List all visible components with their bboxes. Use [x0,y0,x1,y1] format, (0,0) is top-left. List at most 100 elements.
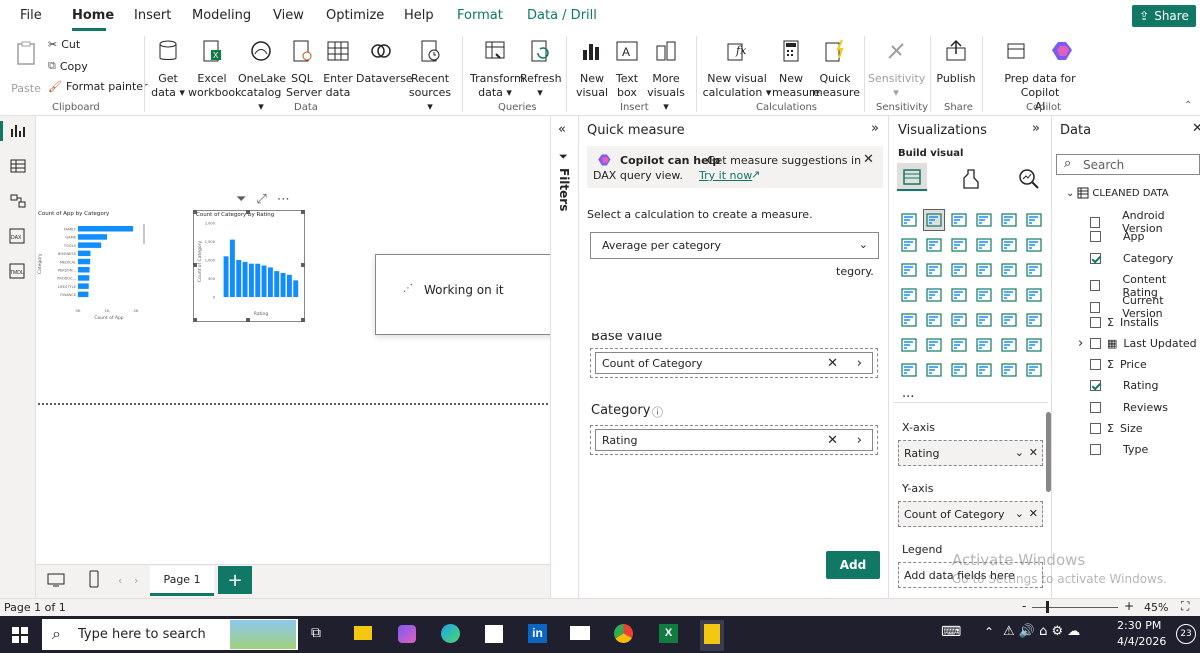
clustered-column-chart-icon[interactable] [974,210,994,230]
python-visual-icon[interactable] [924,335,944,355]
edge-icon[interactable] [441,624,460,643]
metrics-icon[interactable] [899,360,919,380]
dax-query-view-icon[interactable]: DAX [9,228,27,246]
analytics-icon[interactable] [1018,168,1040,190]
field-checkbox[interactable] [1090,231,1101,243]
area-chart-icon[interactable] [924,235,944,255]
treemap-icon[interactable] [899,285,919,305]
keyboard-icon[interactable]: ⌨ [941,624,961,640]
card-icon[interactable] [1024,285,1044,305]
chevron-down-icon[interactable]: ⌄ [1066,188,1074,199]
base-value-well[interactable]: Count of Category ✕ › [590,348,878,378]
field-item[interactable]: Σ Size [1090,422,1143,435]
field-item[interactable]: Category [1090,252,1173,265]
chevron-right-icon[interactable]: › [857,433,862,448]
file-explorer-icon[interactable] [354,626,372,640]
search-input[interactable]: ⌕ Search [1056,154,1200,175]
close-icon[interactable]: ✕ [863,152,874,167]
menu-optimize[interactable]: Optimize [326,8,384,23]
field-item[interactable]: Σ Price [1090,358,1147,371]
mail-icon[interactable] [570,626,590,640]
collapse-pane-icon[interactable]: » [1032,121,1040,136]
prev-page-icon[interactable]: ‹ [118,574,122,587]
new-visual-button[interactable]: New visual [574,38,610,100]
field-checkbox[interactable] [1090,337,1101,349]
text-box-button[interactable]: A Text box [612,38,642,100]
chevron-down-icon[interactable]: ⌄ [1015,446,1024,459]
field-item[interactable]: Σ Installs [1090,316,1159,329]
line-stacked-column-icon[interactable] [999,235,1019,255]
quick-measure-button[interactable]: Quick measure [812,38,860,100]
recent-sources-button[interactable]: Recent sources ▾ [406,38,454,114]
close-icon[interactable]: ✕ [1192,121,1200,136]
chevron-right-icon[interactable]: › [857,356,862,371]
donut-chart-icon[interactable] [1024,260,1044,280]
enter-data-button[interactable]: Enter data [322,38,354,100]
format-painter-button[interactable]: 🖌 Format painter [48,80,148,93]
table-cleaned-data[interactable]: ⌄ CLEANED DATA [1066,187,1169,199]
taskbar-search[interactable]: ⌕ Type here to search [42,619,298,650]
chrome-icon[interactable] [614,624,633,643]
focus-mode-icon[interactable]: ⤢ [256,192,266,207]
windows-start-icon[interactable] [12,627,28,643]
copy-button[interactable]: ⧉ Copy [48,59,88,73]
remove-field-icon[interactable]: ✕ [1029,507,1038,520]
try-it-now-link[interactable]: Try it now [699,169,752,182]
new-visual-calculation-button[interactable]: fx New visual calculation ▾ [702,38,772,100]
report-canvas[interactable] [36,116,550,564]
filters-label[interactable]: Filters [557,168,571,211]
chevron-up-icon[interactable]: ⌃ [1184,100,1192,111]
qa-icon[interactable] [999,335,1019,355]
publish-button[interactable]: Publish [936,38,976,86]
field-checkbox[interactable] [1090,216,1101,228]
add-button[interactable]: Add [826,551,880,579]
field-checkbox[interactable] [1090,401,1101,413]
chevron-up-icon[interactable]: ⌃ [984,625,994,639]
chart-count-app-by-category[interactable]: Count of App by Category Category FAMILY GA… [36,206,156,326]
remove-field-icon[interactable]: ✕ [827,356,838,371]
gauge-icon[interactable] [999,285,1019,305]
excel-app-icon[interactable]: X [659,624,678,643]
stacked-bar-chart-icon[interactable] [899,210,919,230]
key-influencers-icon[interactable] [949,335,969,355]
narrative-icon[interactable] [1024,335,1044,355]
table-view-icon[interactable] [10,158,26,174]
field-checkbox[interactable] [1090,423,1101,434]
filled-map-icon[interactable] [949,285,969,305]
cut-button[interactable]: ✂ Cut [48,38,80,51]
remove-field-icon[interactable]: ✕ [1029,446,1038,459]
model-view-icon[interactable] [10,193,26,209]
report-view-icon[interactable] [10,123,26,139]
transform-data-button[interactable]: Transform data ▾ [470,38,525,100]
pie-chart-icon[interactable] [999,260,1019,280]
scatter-chart-icon[interactable] [974,260,994,280]
menu-modeling[interactable]: Modeling [192,8,251,23]
menu-help[interactable]: Help [404,8,434,23]
menu-format[interactable]: Format [457,8,503,23]
new-measure-button[interactable]: New measure [772,38,820,100]
viz-scrollbar[interactable] [1046,412,1051,492]
matrix-icon[interactable] [999,310,1019,330]
build-visual-tab[interactable] [897,163,927,191]
funnel-icon[interactable] [924,260,944,280]
field-item[interactable]: ▦ Last Updated [1090,337,1197,350]
stacked-column-chart-icon[interactable] [949,210,969,230]
field-checkbox[interactable] [1090,316,1101,328]
notification-badge[interactable]: 23 [1176,624,1196,644]
menu-insert[interactable]: Insert [134,8,171,23]
chevron-down-icon[interactable]: ⌄ [1015,507,1024,520]
clock-date[interactable]: 4/4/2026 [1117,635,1166,648]
zoom-in-button[interactable]: + [1124,599,1134,613]
field-item[interactable]: Type [1090,443,1148,456]
taskbar-active-app[interactable] [700,620,724,651]
zoom-slider-thumb[interactable] [1046,601,1049,613]
field-checkbox[interactable] [1090,252,1101,264]
100-stacked-bar-icon[interactable] [999,210,1019,230]
map-icon[interactable] [924,285,944,305]
field-item[interactable]: Rating [1090,379,1158,392]
refresh-button[interactable]: Refresh ▾ [520,38,562,100]
next-page-icon[interactable]: › [134,574,138,587]
field-checkbox[interactable] [1090,380,1101,392]
category-well[interactable]: Rating ✕ › [590,425,878,455]
stacked-area-icon[interactable] [949,235,969,255]
